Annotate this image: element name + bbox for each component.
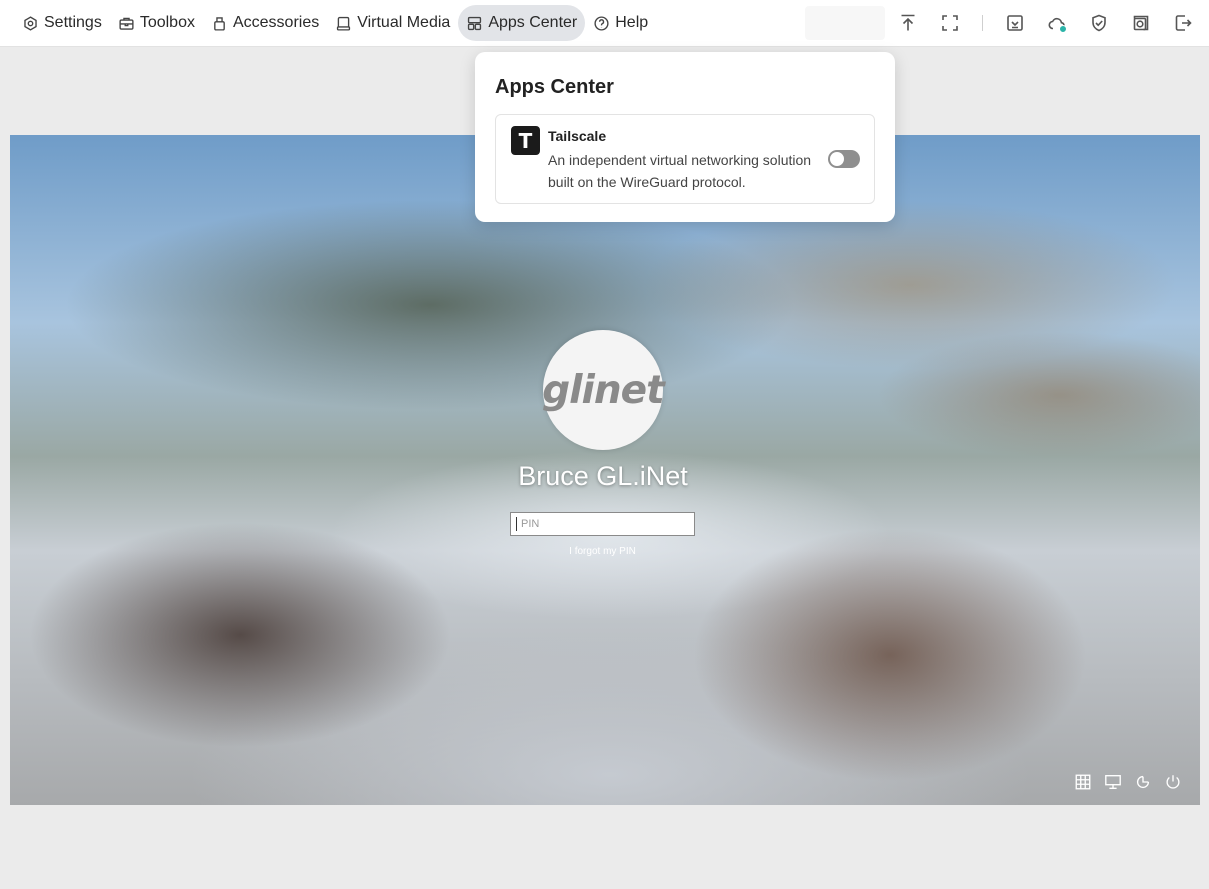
menu-item-label: Accessories: [232, 14, 320, 31]
main-menu: Settings Toolbox Accessories Virtual Med…: [14, 5, 656, 41]
menu-item-label: Apps Center: [488, 14, 578, 31]
apps-center-icon: [468, 16, 482, 30]
top-menu-bar: Settings Toolbox Accessories Virtual Med…: [0, 0, 1209, 47]
menu-item-accessories[interactable]: Accessories: [203, 5, 327, 41]
power-icon[interactable]: [1164, 773, 1182, 791]
login-corner-icons: [1074, 773, 1182, 791]
menu-item-label: Help: [615, 14, 649, 31]
toolbar-divider: [982, 15, 983, 31]
accessibility-icon[interactable]: [1134, 773, 1152, 791]
settings-icon: [24, 15, 37, 31]
menu-item-toolbox[interactable]: Toolbox: [110, 5, 203, 41]
remote-desktop-screen[interactable]: glinet Bruce GL.iNet I forgot my PIN: [10, 135, 1200, 805]
history-icon: [1133, 15, 1149, 31]
app-description: An independent virtual networking soluti…: [548, 152, 812, 190]
help-icon: [594, 15, 609, 31]
network-icon[interactable]: [1104, 773, 1122, 791]
app-card-tailscale: T Tailscale An independent virtual netwo…: [495, 114, 875, 204]
fullscreen-icon: [942, 15, 958, 31]
virtual-media-icon: [337, 16, 351, 31]
app-name: Tailscale: [548, 128, 607, 144]
fullscreen-button[interactable]: [932, 5, 968, 41]
download-icon: [1007, 15, 1023, 31]
history-button[interactable]: [1123, 5, 1159, 41]
logout-button[interactable]: [1165, 5, 1201, 41]
menu-item-settings[interactable]: Settings: [14, 5, 110, 41]
status-placeholder: [805, 6, 885, 40]
upload-icon: [901, 14, 915, 31]
pin-input[interactable]: [510, 512, 695, 536]
keyboard-icon[interactable]: [1074, 773, 1092, 791]
toolbar: [890, 5, 1207, 41]
security-button[interactable]: [1081, 5, 1117, 41]
download-button[interactable]: [997, 5, 1033, 41]
avatar-logo-text: glinet: [542, 367, 665, 413]
menu-item-apps-center[interactable]: Apps Center: [458, 5, 586, 41]
menu-item-virtual-media[interactable]: Virtual Media: [327, 5, 458, 41]
tailscale-logo-icon: T: [511, 126, 540, 155]
shield-check-icon: [1092, 14, 1106, 32]
logout-icon: [1175, 15, 1192, 31]
toolbox-icon: [119, 17, 134, 30]
tailscale-toggle[interactable]: [828, 150, 860, 168]
menu-item-help[interactable]: Help: [585, 5, 656, 41]
login-user-name: Bruce GL.iNet: [518, 461, 688, 491]
popup-title: Apps Center: [495, 76, 614, 98]
menu-item-label: Settings: [44, 14, 102, 31]
cloud-status-dot: [1059, 25, 1067, 33]
forgot-pin-link[interactable]: I forgot my PIN: [510, 546, 695, 557]
user-avatar: glinet: [542, 330, 665, 450]
text-caret: [516, 517, 517, 531]
accessories-icon: [214, 16, 225, 31]
cloud-button[interactable]: [1039, 5, 1075, 41]
menu-item-label: Virtual Media: [357, 14, 451, 31]
upload-button[interactable]: [890, 5, 926, 41]
menu-item-label: Toolbox: [139, 14, 195, 31]
apps-center-popup: Apps Center T Tailscale An independent v…: [475, 52, 895, 222]
